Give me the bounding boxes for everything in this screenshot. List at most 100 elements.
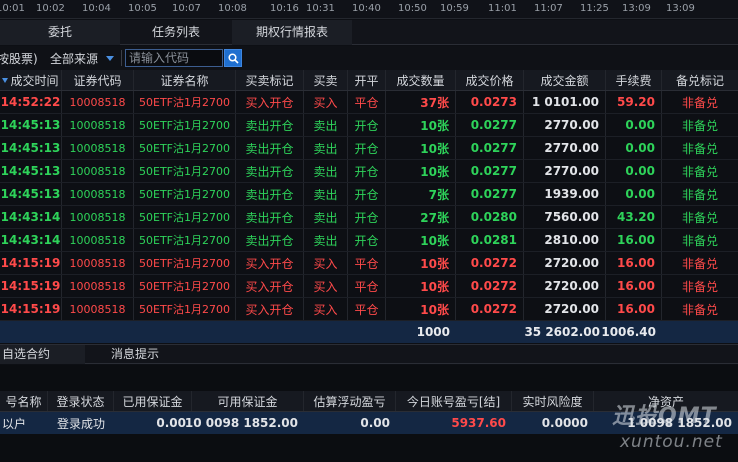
- tab-watchlist[interactable]: 自选合约: [0, 345, 85, 364]
- cell-price: 0.0277: [456, 183, 524, 205]
- tab-option-report[interactable]: 期权行情报表: [232, 20, 352, 45]
- cell-amount-text: 2770.00: [544, 118, 599, 132]
- cell-amount-text: 2770.00: [544, 141, 599, 155]
- cell-code-text: 10008518: [69, 210, 126, 224]
- trade-row[interactable]: 14:15:19 10008518 50ETF沽1月2700 买入开仓 买入 平仓 10张 0…: [0, 275, 738, 298]
- time-axis-label: 10:40: [352, 3, 381, 14]
- acc-header-today-pnl[interactable]: 今日账号盈亏[结]: [396, 391, 512, 411]
- tab-entrust[interactable]: 委托: [0, 20, 120, 45]
- tab-messages[interactable]: 消息提示: [85, 345, 185, 364]
- cell-amount: 2720.00: [524, 275, 606, 297]
- acc-header-login[interactable]: 登录状态: [48, 391, 114, 411]
- cell-flag-text: 买入开仓: [245, 302, 294, 317]
- cell-openclose: 平仓: [348, 91, 386, 113]
- source-select[interactable]: 全部来源: [50, 50, 98, 67]
- cell-fee: 0.00: [606, 160, 662, 182]
- qty-value: 10张: [420, 256, 449, 271]
- cell-flag-text: 卖出开仓: [245, 118, 294, 133]
- trade-row[interactable]: 14:45:13 10008518 50ETF沽1月2700 卖出开仓 卖出 开仓 10张 0…: [0, 137, 738, 160]
- col-header-amount[interactable]: 成交金额: [524, 70, 606, 90]
- col-header-qty[interactable]: 成交数量: [386, 70, 456, 90]
- col-header-side[interactable]: 买卖: [304, 70, 348, 90]
- cell-side: 卖出: [304, 137, 348, 159]
- time-axis-label: 10:01: [0, 3, 25, 14]
- cell-fee: 0.00: [606, 137, 662, 159]
- acc-header-net-assets[interactable]: 净资产: [594, 391, 738, 411]
- cell-cover: 非备兑: [662, 229, 738, 251]
- acc-header-used-margin[interactable]: 已用保证金: [114, 391, 192, 411]
- acc-header-float-pnl[interactable]: 估算浮动盈亏: [304, 391, 396, 411]
- sort-desc-icon: [2, 77, 9, 83]
- cell-fee: 59.20: [606, 91, 662, 113]
- col-header-name[interactable]: 证券名称: [134, 70, 236, 90]
- qty-value: 10张: [420, 279, 449, 294]
- time-axis-label: 10:16: [270, 3, 299, 14]
- acc-header-avail-margin[interactable]: 可用保证金: [192, 391, 304, 411]
- cell-code: 10008518: [62, 114, 134, 136]
- cell-side: 卖出: [304, 114, 348, 136]
- trade-row[interactable]: 14:45:13 10008518 50ETF沽1月2700 卖出开仓 卖出 开仓 10张 0…: [0, 114, 738, 137]
- col-header-flag[interactable]: 买卖标记: [236, 70, 304, 90]
- cell-price: 0.0272: [456, 275, 524, 297]
- cell-name: 50ETF沽1月2700: [134, 252, 236, 274]
- trade-row[interactable]: 14:45:13 10008518 50ETF沽1月2700 卖出开仓 卖出 开仓 10张 0…: [0, 160, 738, 183]
- cell-price: 0.0277: [456, 114, 524, 136]
- cell-side: 卖出: [304, 183, 348, 205]
- acc-avail-margin: 10 0098 1852.00: [184, 416, 298, 430]
- cell-flag-text: 买入开仓: [245, 95, 294, 110]
- cell-qty: 7张: [386, 183, 456, 205]
- trade-row[interactable]: 14:15:19 10008518 50ETF沽1月2700 买入开仓 买入 平仓 10张 0…: [0, 252, 738, 275]
- chevron-down-icon[interactable]: [106, 56, 114, 61]
- trade-row[interactable]: 14:15:19 10008518 50ETF沽1月2700 买入开仓 买入 平仓 10张 0…: [0, 298, 738, 321]
- cell-flag-text: 买入开仓: [245, 279, 294, 294]
- trade-row[interactable]: 14:52:22 10008518 50ETF沽1月2700 买入开仓 买入 平仓 37张 0…: [0, 91, 738, 114]
- time-axis-label: 10:08: [218, 3, 247, 14]
- tab-task-list[interactable]: 任务列表: [120, 20, 232, 45]
- qty-value: 10张: [420, 164, 449, 179]
- col-header-cover[interactable]: 备兑标记: [662, 70, 738, 90]
- cell-flag: 卖出开仓: [236, 206, 304, 228]
- col-header-price[interactable]: 成交价格: [456, 70, 524, 90]
- time-axis-label: 10:05: [128, 3, 157, 14]
- cell-flag-text: 卖出开仓: [245, 164, 294, 179]
- acc-used-margin: 0.00: [156, 416, 186, 430]
- acc-header-risk[interactable]: 实时风险度: [512, 391, 594, 411]
- cell-cover-text: 非备兑: [681, 118, 718, 133]
- trade-row[interactable]: 14:43:14 10008518 50ETF沽1月2700 卖出开仓 卖出 开仓 10张 0…: [0, 229, 738, 252]
- cell-cover: 非备兑: [662, 114, 738, 136]
- col-header-time[interactable]: 成交时间: [0, 70, 62, 90]
- cell-amount-text: 2810.00: [544, 233, 599, 247]
- cell-time-text: 14:15:19: [0, 279, 61, 293]
- cell-openclose-text: 平仓: [354, 302, 379, 317]
- total-amount: 35 2602.00: [524, 325, 600, 339]
- cell-qty: 27张: [386, 206, 456, 228]
- cell-amount-text: 1 0101.00: [531, 95, 599, 109]
- cell-time: 14:43:14: [0, 229, 62, 251]
- cell-code: 10008518: [62, 252, 134, 274]
- search-button[interactable]: [224, 49, 242, 67]
- qty-value: 27张: [420, 210, 449, 225]
- cell-cover-text: 非备兑: [681, 187, 718, 202]
- col-header-code[interactable]: 证券代码: [62, 70, 134, 90]
- cell-qty: 37张: [386, 91, 456, 113]
- col-header-fee[interactable]: 手续费: [606, 70, 662, 90]
- group-mode-label[interactable]: 按股票): [0, 50, 38, 67]
- code-search-input[interactable]: [125, 49, 223, 67]
- search-icon: [228, 53, 239, 64]
- cell-time: 14:52:22: [0, 91, 62, 113]
- qty-value: 7张: [428, 187, 449, 202]
- col-header-openclose[interactable]: 开平: [348, 70, 386, 90]
- account-row[interactable]: 以户 登录成功 0.00 10 0098 1852.00 0.00 5937.6…: [0, 412, 738, 434]
- trade-row[interactable]: 14:43:14 10008518 50ETF沽1月2700 卖出开仓 卖出 开仓 27张 0…: [0, 206, 738, 229]
- acc-header-name[interactable]: 号名称: [0, 391, 48, 411]
- trade-row[interactable]: 14:45:13 10008518 50ETF沽1月2700 卖出开仓 卖出 开仓 7张 0.…: [0, 183, 738, 206]
- cell-side: 买入: [304, 91, 348, 113]
- cell-code: 10008518: [62, 206, 134, 228]
- cell-time-text: 14:43:14: [0, 233, 61, 247]
- acc-today-pnl: 5937.60: [451, 416, 506, 430]
- cell-amount-text: 7560.00: [544, 210, 599, 224]
- cell-side-text: 卖出: [313, 118, 338, 133]
- cell-openclose-text: 开仓: [354, 164, 379, 179]
- cell-name: 50ETF沽1月2700: [134, 275, 236, 297]
- cell-fee: 16.00: [606, 229, 662, 251]
